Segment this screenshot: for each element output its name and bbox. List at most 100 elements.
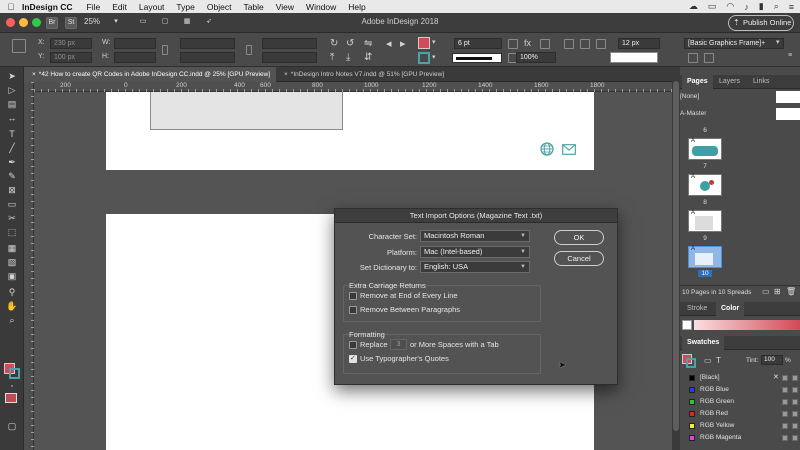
pen-tool-icon[interactable]: ✒ — [6, 157, 18, 168]
drop-shadow-icon[interactable] — [540, 39, 550, 49]
fill-chevron-down-icon[interactable]: ▾ — [432, 38, 436, 46]
page-thumbnail-8[interactable]: A — [688, 210, 722, 232]
trash-icon[interactable]: 🗑 — [786, 287, 796, 296]
rectangle-frame-tool-icon[interactable]: ⊠ — [6, 185, 18, 196]
y-position-field[interactable]: 100 px — [50, 52, 92, 63]
free-transform-tool-icon[interactable]: ⬚ — [6, 227, 18, 238]
dictionary-select[interactable]: English: USA ▼ — [420, 261, 530, 273]
color-none-swatch[interactable] — [682, 320, 692, 330]
document-page-upper[interactable] — [106, 92, 594, 170]
swatch-row[interactable]: RGB Yellow — [680, 420, 800, 432]
menu-file[interactable]: File — [87, 2, 101, 12]
screen-mode-icon[interactable]: ▢ — [158, 17, 172, 29]
menu-layout[interactable]: Layout — [139, 2, 165, 12]
new-page-icon[interactable]: ⊞ — [774, 287, 781, 296]
corner-options-icon[interactable] — [596, 39, 606, 49]
menu-view[interactable]: View — [276, 2, 294, 12]
menu-object[interactable]: Object — [207, 2, 232, 12]
tint-field[interactable]: 100 — [761, 355, 783, 365]
cancel-button[interactable]: Cancel — [554, 251, 604, 266]
stock-button[interactable]: St — [65, 17, 77, 29]
menu-list-icon[interactable]: ≡ — [789, 2, 794, 12]
menu-window[interactable]: Window — [306, 2, 336, 12]
constrain-proportions-icon[interactable] — [162, 45, 168, 55]
selection-tool-icon[interactable]: ➤ — [6, 71, 18, 82]
formatting-affects-frame-icon[interactable] — [5, 393, 17, 403]
ok-button[interactable]: OK — [554, 230, 604, 245]
select-container-icon[interactable]: ⤒ — [330, 52, 334, 63]
vertical-ruler[interactable] — [24, 82, 34, 450]
close-window-button[interactable] — [6, 18, 15, 27]
text-wrap-field[interactable] — [610, 52, 658, 63]
color-ramp[interactable] — [694, 320, 800, 330]
width-field[interactable] — [114, 38, 156, 49]
rotate-cw-icon[interactable]: ↻ — [330, 38, 338, 49]
menu-help[interactable]: Help — [348, 2, 365, 12]
gradient-feather-tool-icon[interactable]: ▧ — [6, 257, 18, 268]
rotate-angle-field[interactable] — [262, 38, 317, 49]
type-tool-icon[interactable]: T — [6, 129, 18, 140]
tab-layers[interactable]: Layers — [714, 75, 745, 89]
fill-swatch[interactable] — [418, 37, 430, 49]
formatting-container-icon[interactable]: ▭ — [704, 356, 712, 365]
platform-select[interactable]: Mac (Intel-based) ▼ — [420, 246, 530, 258]
menu-table[interactable]: Table — [243, 2, 263, 12]
battery-icon[interactable]: ▮ — [759, 1, 764, 12]
select-previous-icon[interactable]: ◂ — [386, 37, 392, 50]
control-panel-menu-icon[interactable]: ≡ — [788, 52, 792, 59]
shear-angle-field[interactable] — [262, 52, 317, 63]
swatch-row[interactable]: RGB Magenta — [680, 432, 800, 444]
zoom-tool-icon[interactable]: ⌕ — [6, 315, 18, 326]
opacity-field[interactable]: 100% — [516, 52, 556, 63]
volume-icon[interactable]: ♪ — [744, 2, 749, 12]
remove-between-paragraphs-checkbox[interactable] — [349, 306, 357, 314]
hand-tool-icon[interactable]: ✋ — [6, 301, 18, 312]
object-style-chevron-down-icon[interactable]: ▾ — [776, 38, 780, 46]
corner-size-field[interactable]: 12 px — [618, 38, 660, 49]
page-thumbnail-7[interactable]: A — [688, 174, 722, 196]
frame-fitting-icon[interactable] — [508, 39, 518, 49]
none-master[interactable]: [None] — [680, 93, 699, 100]
swatch-row[interactable]: RGB Blue — [680, 384, 800, 396]
view-options-icon[interactable]: ▭ — [136, 17, 150, 29]
a-master-thumbnail[interactable] — [776, 108, 800, 120]
tab-close-icon[interactable]: × — [284, 71, 288, 78]
tab-links[interactable]: Links — [748, 75, 774, 89]
swatch-stroke-indicator[interactable] — [686, 358, 696, 368]
flip-vertical-icon[interactable]: ⇵ — [364, 52, 372, 63]
minimize-window-button[interactable] — [19, 18, 28, 27]
image-frame[interactable] — [150, 92, 343, 130]
tab-qr-codes-document[interactable]: × *42 How to create QR Codes in Adobe InD… — [24, 67, 276, 82]
swatch-row[interactable]: RGB Green — [680, 396, 800, 408]
page-thumbnail-9[interactable]: A — [688, 246, 722, 268]
tab-pages[interactable]: Pages — [682, 75, 713, 89]
note-tool-icon[interactable]: ▣ — [6, 271, 18, 282]
gradient-swatch-tool-icon[interactable]: ▦ — [6, 243, 18, 254]
remove-end-of-line-checkbox[interactable] — [349, 292, 357, 300]
tab-intro-notes-document[interactable]: × *InDesign Intro Notes V7.indd @ 51% [GP… — [276, 67, 476, 82]
a-master[interactable]: A-Master — [680, 110, 706, 117]
tab-color[interactable]: Color — [716, 302, 745, 316]
scrollbar-thumb[interactable] — [673, 81, 679, 431]
chain-link-icon[interactable] — [246, 45, 252, 55]
rectangle-tool-icon[interactable]: ▭ — [6, 199, 18, 210]
line-tool-icon[interactable]: ╱ — [6, 143, 18, 154]
horizontal-ruler[interactable]: 200 0 200 400 600 800 1000 1200 1400 160… — [34, 82, 672, 92]
align-left-icon[interactable] — [564, 39, 574, 49]
select-content-icon[interactable]: ⤓ — [346, 52, 350, 63]
page-thumbnail-6[interactable]: A — [688, 138, 722, 160]
gpu-rocket-icon[interactable]: ➶ — [202, 17, 216, 29]
formatting-text-icon[interactable]: T — [716, 356, 721, 365]
menu-type[interactable]: Type — [176, 2, 194, 12]
arrange-documents-icon[interactable]: ▦ — [180, 17, 194, 29]
stroke-swatch[interactable] — [418, 52, 430, 64]
tab-close-icon[interactable]: × — [32, 71, 36, 78]
pencil-tool-icon[interactable]: ✎ — [6, 171, 18, 182]
gap-tool-icon[interactable]: ↔ — [6, 113, 18, 124]
screen-mode-tool-icon[interactable]: ▢ — [6, 421, 18, 432]
typographers-quotes-checkbox[interactable] — [349, 354, 357, 363]
document-scrollbar[interactable] — [672, 67, 680, 450]
scale-y-field[interactable] — [180, 52, 235, 63]
reference-point-icon[interactable] — [12, 39, 26, 53]
zoom-level-field[interactable]: 25% — [84, 17, 110, 29]
